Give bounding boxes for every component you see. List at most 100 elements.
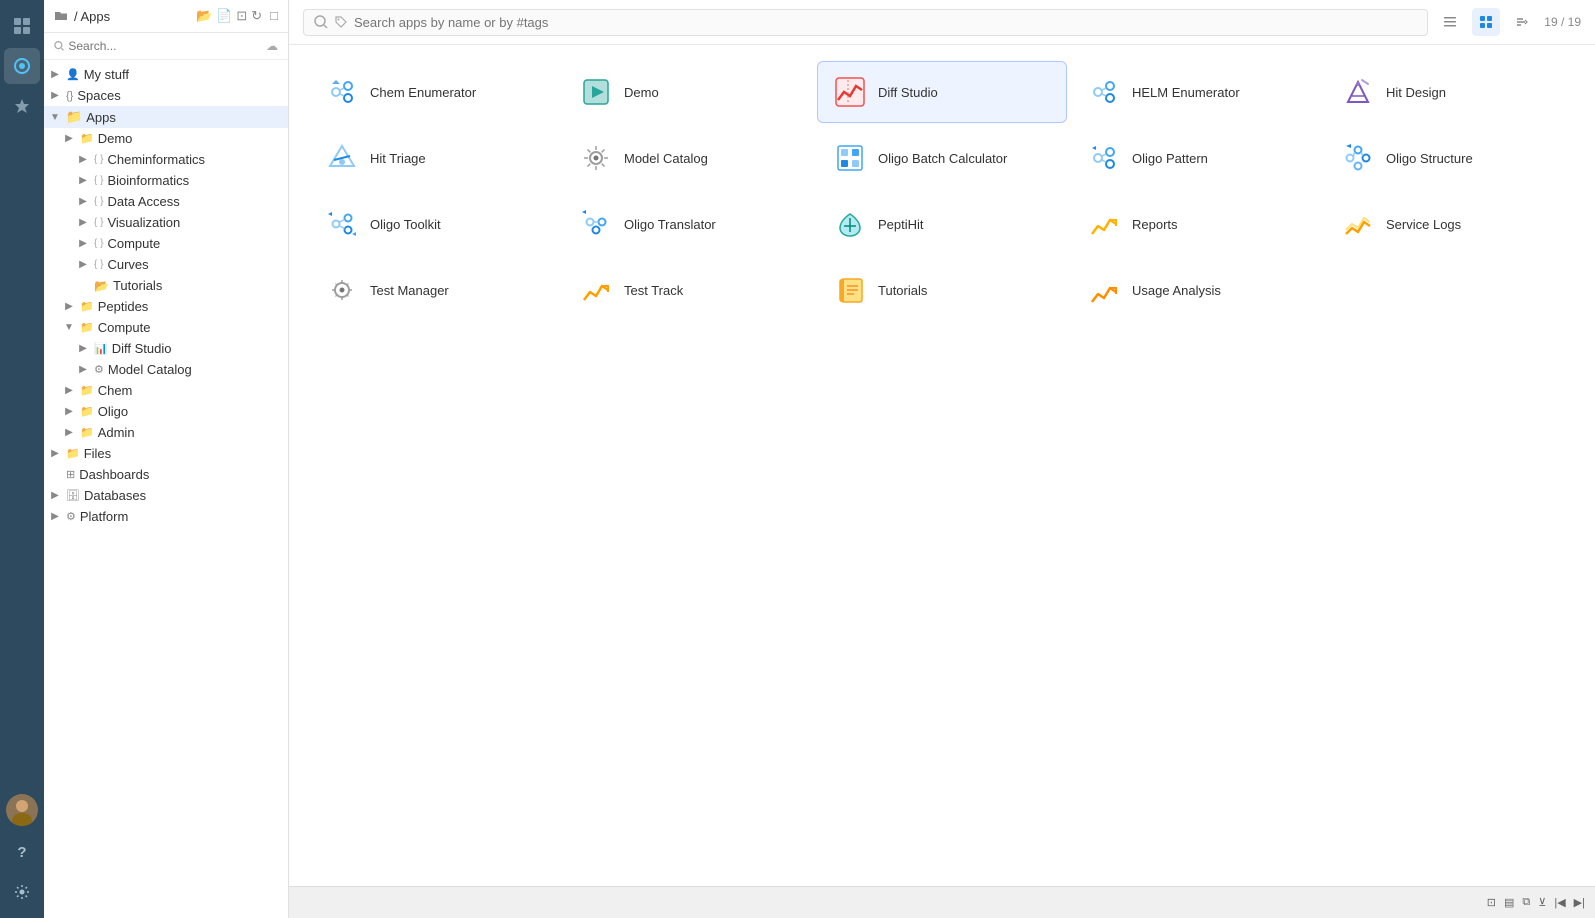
tutorials-icon [832,272,868,308]
model-catalog-app-icon [578,140,614,176]
chevron-icon: ▶ [76,259,90,270]
sidebar-label-spaces: Spaces [77,88,120,103]
status-icon-6[interactable]: ▶| [1574,896,1585,909]
sidebar-item-chem[interactable]: ▶ 📁 Chem [44,380,288,401]
app-card-hit-design[interactable]: Hit Design [1325,61,1575,123]
app-card-test-track[interactable]: Test Track [563,259,813,321]
star-rail-icon[interactable] [4,88,40,124]
app-card-oligo-translator[interactable]: Oligo Translator [563,193,813,255]
status-icon-3[interactable]: ⧉ [1522,896,1530,909]
main-toolbar: 19 / 19 [289,0,1595,45]
files-icon: 📁 [66,447,80,460]
list-view-btn[interactable] [1436,8,1464,36]
sidebar-label-tutorials: Tutorials [113,278,162,293]
sidebar-search-input[interactable] [68,39,262,53]
sidebar-item-visualization[interactable]: ▶ { } Visualization [44,212,288,233]
share-icon[interactable]: ⊡ [236,8,247,24]
sidebar-item-tutorials-folder[interactable]: ▶ 📂 Tutorials [44,275,288,296]
status-icon-5[interactable]: |◀ [1554,896,1565,909]
chevron-icon: ▶ [76,364,90,375]
sidebar-item-model-catalog[interactable]: ▶ ⚙ Model Catalog [44,359,288,380]
app-card-model-catalog[interactable]: Model Catalog [563,127,813,189]
sidebar-item-my-stuff[interactable]: ▶ 👤 My stuff [44,64,288,85]
hit-design-icon [1340,74,1376,110]
app-card-service-logs[interactable]: Service Logs [1325,193,1575,255]
app-card-oligo-batch-calc[interactable]: Oligo Batch Calculator [817,127,1067,189]
sidebar-item-databases[interactable]: ▶ 🗄 Databases [44,485,288,506]
chevron-icon: ▶ [48,69,62,80]
app-card-demo[interactable]: Demo [563,61,813,123]
sidebar-item-spaces[interactable]: ▶ {} Spaces [44,85,288,106]
sidebar-item-admin[interactable]: ▶ 📁 Admin [44,422,288,443]
grid-rail-icon[interactable] [4,8,40,44]
chevron-icon: ▶ [62,301,76,312]
platform-icon: ⚙ [66,510,76,523]
grid-view-btn[interactable] [1472,8,1500,36]
app-card-usage-analysis[interactable]: Usage Analysis [1071,259,1321,321]
app-card-oligo-pattern[interactable]: Oligo Pattern [1071,127,1321,189]
app-card-oligo-toolkit[interactable]: Oligo Toolkit [309,193,559,255]
sidebar-item-oligo[interactable]: ▶ 📁 Oligo [44,401,288,422]
sidebar-item-cheminformatics[interactable]: ▶ { } Cheminformatics [44,149,288,170]
app-card-diff-studio[interactable]: Diff Studio [817,61,1067,123]
status-icon-1[interactable]: ⊡ [1487,896,1496,909]
usage-analysis-icon [1086,272,1122,308]
chevron-icon: ▶ [76,154,90,165]
sidebar-item-data-access[interactable]: ▶ { } Data Access [44,191,288,212]
status-icon-2[interactable]: ▤ [1504,896,1514,909]
app-card-test-manager[interactable]: Test Manager [309,259,559,321]
oligo-pattern-label: Oligo Pattern [1132,151,1208,166]
cheminformatics-icon: { } [94,154,103,165]
main-content: 19 / 19 Chem Enumerator [289,0,1595,918]
chevron-icon: ▶ [62,133,76,144]
test-track-icon [578,272,614,308]
chevron-icon: ▶ [48,90,62,101]
app-card-peptihit[interactable]: PeptiHit [817,193,1067,255]
hit-design-label: Hit Design [1386,85,1446,100]
sidebar-item-apps[interactable]: ▼ 📁 Apps [44,106,288,128]
service-logs-label: Service Logs [1386,217,1461,232]
demo-label: Demo [624,85,659,100]
app-card-reports[interactable]: Reports [1071,193,1321,255]
chevron-icon: ▼ [48,112,62,123]
sidebar-item-compute[interactable]: ▼ 📁 Compute [44,317,288,338]
sidebar-item-files[interactable]: ▶ 📁 Files [44,443,288,464]
app-card-chem-enumerator[interactable]: Chem Enumerator [309,61,559,123]
app-card-tutorials[interactable]: Tutorials [817,259,1067,321]
sort-btn[interactable] [1508,8,1536,36]
new-project-btn[interactable]: □ [270,8,278,24]
status-icon-4[interactable]: ⊻ [1538,896,1546,909]
home-rail-icon[interactable] [4,48,40,84]
diff-studio-label: Diff Studio [878,85,938,100]
test-manager-label: Test Manager [370,283,449,298]
search-input[interactable] [354,15,1417,30]
app-card-helm-enumerator[interactable]: HELM Enumerator [1071,61,1321,123]
sidebar-item-diff-studio[interactable]: ▶ 📊 Diff Studio [44,338,288,359]
apps-grid: Chem Enumerator Demo Diff Studio [289,45,1595,886]
app-card-oligo-structure[interactable]: Oligo Structure [1325,127,1575,189]
folder-open-icon[interactable]: 📂 [196,8,212,24]
admin-icon: 📁 [80,426,94,439]
app-card-hit-triage[interactable]: Hit Triage [309,127,559,189]
model-catalog-label: Model Catalog [624,151,708,166]
sidebar-item-curves[interactable]: ▶ { } Curves [44,254,288,275]
sidebar-item-demo[interactable]: ▶ 📁 Demo [44,128,288,149]
sidebar-item-bioinformatics[interactable]: ▶ { } Bioinformatics [44,170,288,191]
breadcrumb: / Apps [74,9,110,24]
refresh-icon[interactable]: ↻ [251,8,262,24]
sidebar-label-databases: Databases [84,488,146,503]
sidebar-label-my-stuff: My stuff [84,67,129,82]
user-avatar[interactable] [6,794,38,826]
sidebar-item-platform[interactable]: ▶ ⚙ Platform [44,506,288,527]
oligo-translator-icon [578,206,614,242]
help-rail-icon[interactable]: ? [4,834,40,870]
sidebar-item-peptides[interactable]: ▶ 📁 Peptides [44,296,288,317]
sidebar-label-platform: Platform [80,509,128,524]
chevron-icon: ▶ [76,343,90,354]
sidebar-item-dashboards[interactable]: ▶ ⊞ Dashboards [44,464,288,485]
file-icon[interactable]: 📄 [216,8,232,24]
sidebar-label-compute: Compute [98,320,151,335]
helm-enumerator-icon [1086,74,1122,110]
sidebar-item-compute-sub[interactable]: ▶ { } Compute [44,233,288,254]
settings-rail-icon[interactable] [4,874,40,910]
